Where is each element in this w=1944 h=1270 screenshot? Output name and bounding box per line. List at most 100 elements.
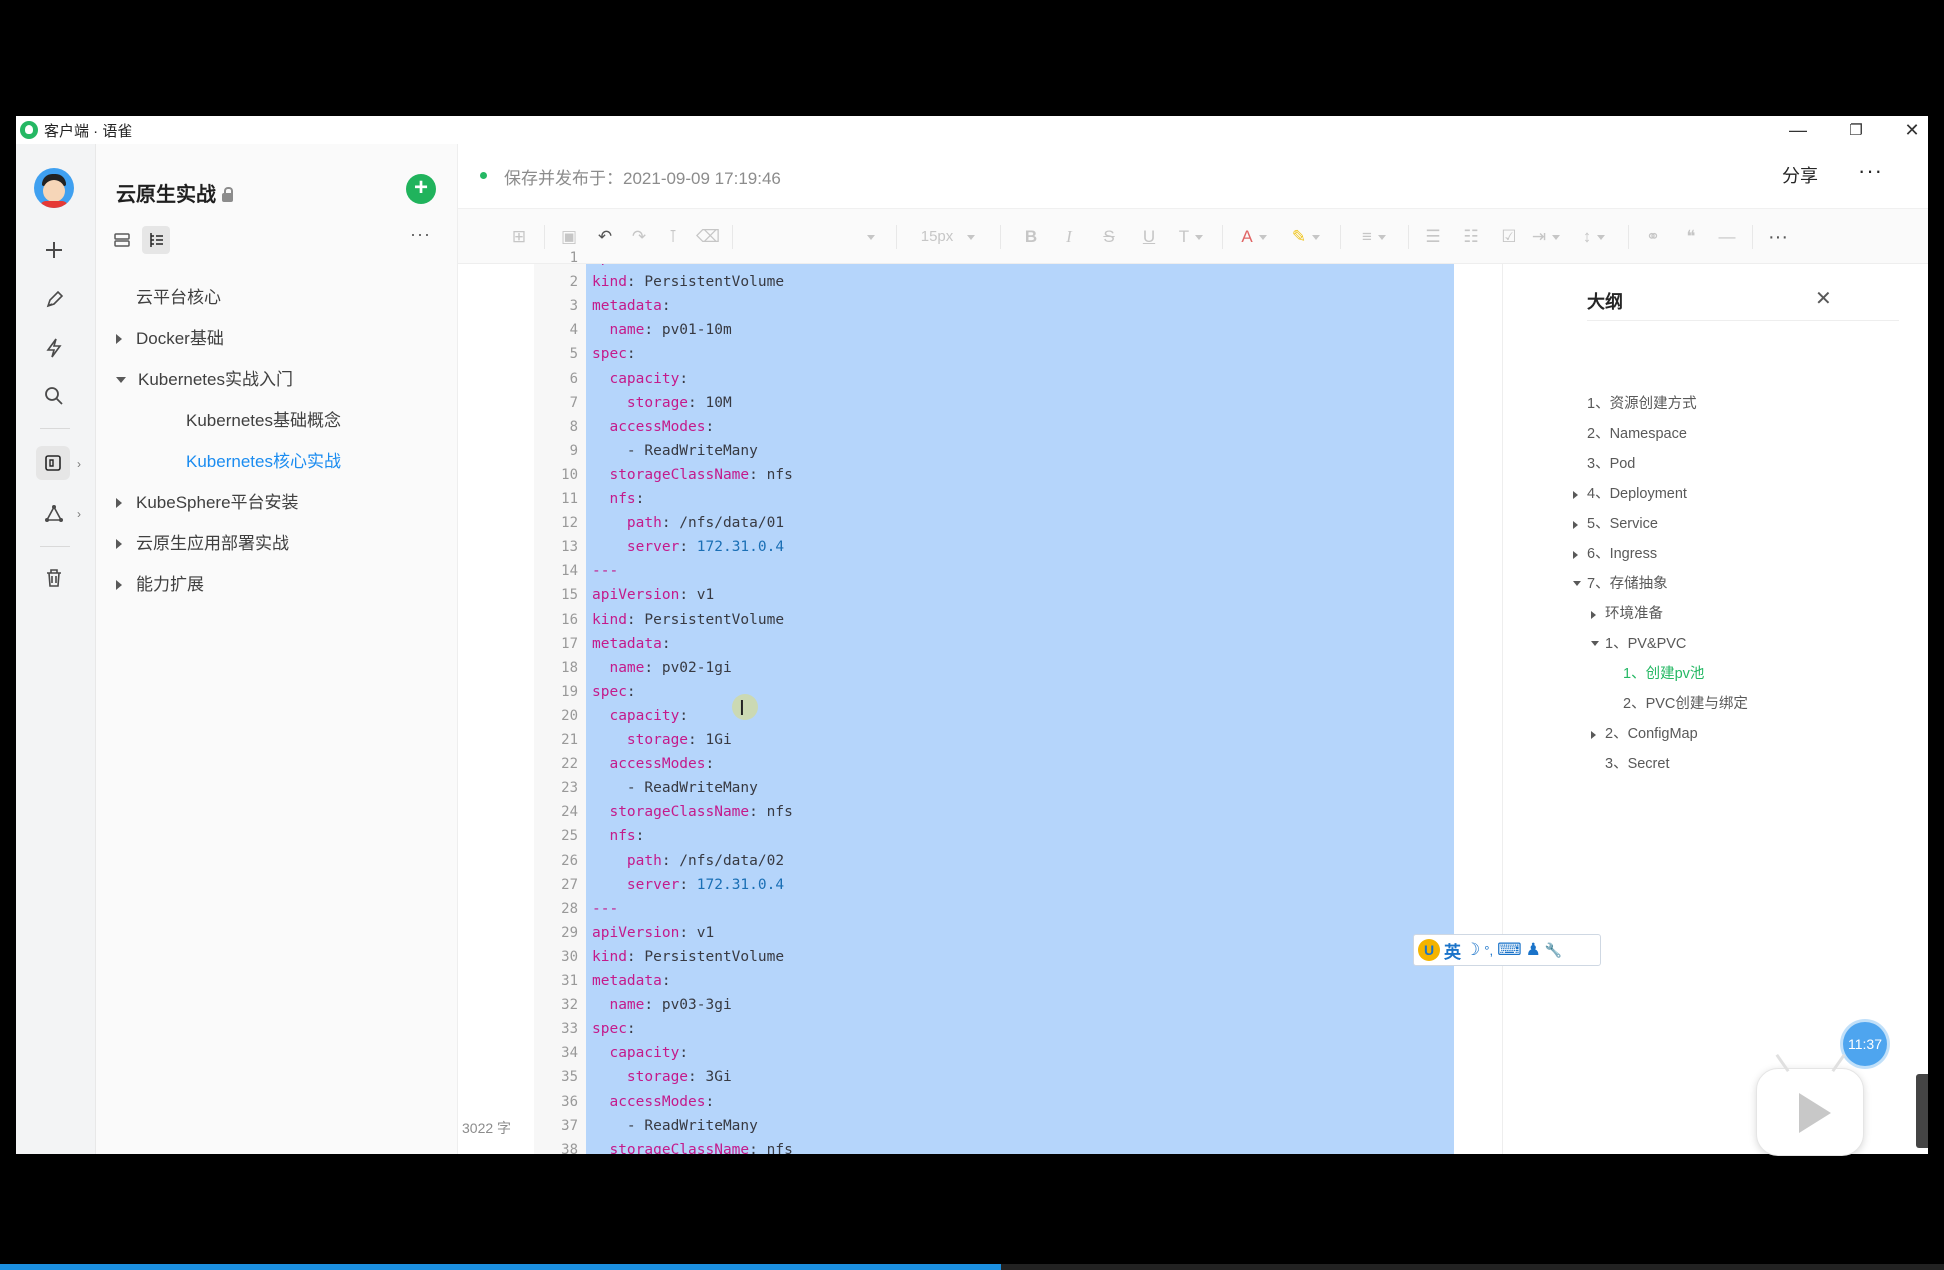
code-line[interactable]: apiVersion: v1 xyxy=(592,925,714,941)
indent-icon[interactable]: ⇥ xyxy=(1526,209,1566,265)
restore-button[interactable]: ❐ xyxy=(1826,116,1886,144)
caret-right-icon[interactable] xyxy=(116,580,122,590)
pen-icon[interactable] xyxy=(34,280,74,320)
sidebar-more-button[interactable]: ··· xyxy=(410,224,431,245)
font-size-dropdown[interactable]: 15px xyxy=(908,209,988,265)
code-line[interactable]: storageClassName: nfs xyxy=(592,467,792,483)
code-line[interactable]: spec: xyxy=(592,684,636,700)
code-line[interactable]: apiVersion: v1 xyxy=(592,587,714,603)
format-painter-icon[interactable]: ⊺ xyxy=(662,209,684,265)
bold-icon[interactable]: B xyxy=(1020,209,1042,265)
outline-item[interactable]: 2、PVC创建与绑定 xyxy=(1623,694,1748,714)
trash-icon[interactable] xyxy=(34,558,74,598)
code-line[interactable]: spec: xyxy=(592,1021,636,1037)
outline-item[interactable]: 7、存储抽象 xyxy=(1587,574,1668,594)
code-line[interactable]: nfs: xyxy=(592,491,644,507)
code-line[interactable]: capacity: xyxy=(592,708,688,724)
code-line[interactable]: name: pv01-10m xyxy=(592,322,731,338)
book-title[interactable]: 云原生实战 xyxy=(116,178,233,207)
outline-item[interactable]: 1、创建pv池 xyxy=(1623,664,1704,684)
code-line[interactable]: server: 172.31.0.4 xyxy=(592,877,784,893)
line-height-icon[interactable]: ↕ xyxy=(1574,209,1614,265)
font-color-icon[interactable]: A xyxy=(1236,209,1272,265)
tree-item[interactable]: 云原生应用部署实战 xyxy=(116,528,289,560)
quote-icon[interactable]: ❝ xyxy=(1680,209,1702,265)
side-tab[interactable] xyxy=(1916,1074,1928,1148)
caret-right-icon[interactable] xyxy=(116,334,122,344)
outline-item[interactable]: 4、Deployment xyxy=(1587,484,1687,504)
outline-item[interactable]: 2、ConfigMap xyxy=(1605,724,1698,744)
code-line[interactable]: kind: PersistentVolume xyxy=(592,949,784,965)
caret-right-icon[interactable] xyxy=(116,539,122,549)
code-line[interactable]: - ReadWriteMany xyxy=(592,443,758,459)
caret-down-icon[interactable] xyxy=(116,377,126,383)
code-line[interactable]: storage: 10M xyxy=(592,395,732,411)
link-icon[interactable]: ⚭ xyxy=(1642,209,1664,265)
team-icon[interactable] xyxy=(34,494,74,534)
minimize-button[interactable]: — xyxy=(1768,116,1828,144)
code-line[interactable]: metadata: xyxy=(592,636,671,652)
wrench-icon[interactable]: 🔧 xyxy=(1545,942,1562,959)
caret-down-icon[interactable] xyxy=(1591,641,1599,646)
caret-right-icon[interactable] xyxy=(116,498,122,508)
code-line[interactable]: kind: PersistentVolume xyxy=(592,612,784,628)
strikethrough-icon[interactable]: S xyxy=(1098,209,1120,265)
code-line[interactable]: server: 172.31.0.4 xyxy=(592,539,784,555)
code-line[interactable]: metadata: xyxy=(592,298,671,314)
search-icon[interactable] xyxy=(34,376,74,416)
close-window-button[interactable]: ✕ xyxy=(1882,116,1928,144)
new-icon[interactable] xyxy=(34,230,74,270)
lightning-icon[interactable] xyxy=(34,328,74,368)
outline-item[interactable]: 环境准备 xyxy=(1605,604,1663,624)
code-line[interactable]: storageClassName: nfs xyxy=(592,1142,792,1154)
divider-icon[interactable]: — xyxy=(1716,209,1738,265)
tree-item[interactable]: 能力扩展 xyxy=(116,569,204,601)
toolbar-more-icon[interactable]: ··· xyxy=(1758,209,1798,265)
undo-icon[interactable]: ↶ xyxy=(594,209,616,265)
caret-right-icon[interactable] xyxy=(1573,521,1578,529)
moon-icon[interactable]: ☽ xyxy=(1465,940,1480,960)
code-line[interactable]: spec: xyxy=(592,346,636,362)
tree-view-icon[interactable] xyxy=(142,226,170,254)
insert-icon[interactable]: ⊞ xyxy=(508,209,530,265)
outline-item[interactable]: 2、Namespace xyxy=(1587,424,1687,444)
code-line[interactable]: storage: 1Gi xyxy=(592,732,732,748)
code-line[interactable]: - ReadWriteMany xyxy=(592,1118,758,1134)
align-icon[interactable]: ≡ xyxy=(1354,209,1394,265)
code-line[interactable]: --- xyxy=(592,563,618,579)
user-icon[interactable]: ♟ xyxy=(1526,940,1541,960)
code-line[interactable]: apiVersion: v1 xyxy=(592,264,714,266)
outline-item[interactable]: 3、Secret xyxy=(1605,754,1669,774)
task-list-icon[interactable]: ☑ xyxy=(1498,209,1520,265)
highlight-icon[interactable]: ✎ xyxy=(1288,209,1324,265)
tree-item[interactable]: Kubernetes核心实战 xyxy=(186,446,341,478)
underline-icon[interactable]: U xyxy=(1138,209,1160,265)
caret-right-icon[interactable] xyxy=(1573,491,1578,499)
tree-item[interactable]: 云平台核心 xyxy=(136,282,221,314)
italic-icon[interactable]: I xyxy=(1058,209,1080,265)
code-line[interactable]: storage: 3Gi xyxy=(592,1069,732,1085)
share-button[interactable]: 分享 xyxy=(1782,162,1818,188)
code-line[interactable]: metadata: xyxy=(592,973,671,989)
code-line[interactable]: path: /nfs/data/01 xyxy=(592,515,784,531)
code-line[interactable]: accessModes: xyxy=(592,756,714,772)
more-button[interactable]: ··· xyxy=(1858,158,1883,184)
code-line[interactable]: name: pv03-3gi xyxy=(592,997,731,1013)
caret-right-icon[interactable] xyxy=(1573,551,1578,559)
tree-item[interactable]: Kubernetes基础概念 xyxy=(186,405,341,437)
code-line[interactable]: capacity: xyxy=(592,1045,688,1061)
clear-format-icon[interactable]: ⌫ xyxy=(696,209,720,265)
timer-badge[interactable]: 11:37 xyxy=(1843,1022,1887,1066)
tree-item[interactable]: KubeSphere平台安装 xyxy=(116,487,299,519)
play-widget[interactable] xyxy=(1756,1053,1864,1156)
tree-item[interactable]: Kubernetes实战入门 xyxy=(116,364,293,396)
ime-lang-toggle[interactable]: 英 xyxy=(1444,938,1461,963)
code-line[interactable]: kind: PersistentVolume xyxy=(592,274,784,290)
code-line[interactable]: path: /nfs/data/02 xyxy=(592,853,784,869)
caret-right-icon[interactable] xyxy=(1591,611,1596,619)
code-line[interactable]: storageClassName: nfs xyxy=(592,804,792,820)
outline-item[interactable]: 1、PV&PVC xyxy=(1605,634,1686,654)
code-line[interactable]: accessModes: xyxy=(592,419,714,435)
close-icon[interactable]: ✕ xyxy=(1815,286,1832,311)
code-line[interactable]: - ReadWriteMany xyxy=(592,780,758,796)
